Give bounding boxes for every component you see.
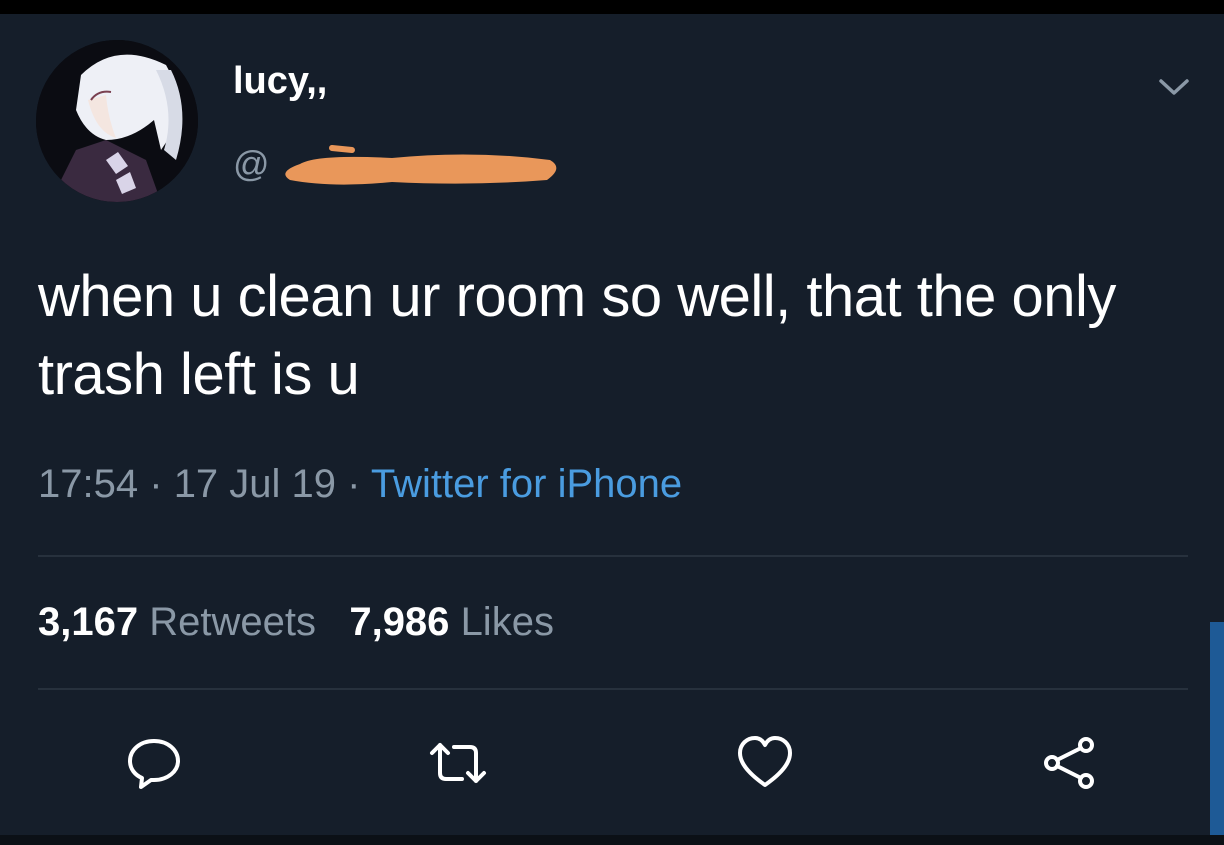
avatar-image: [36, 40, 198, 202]
user-handle[interactable]: @: [233, 140, 562, 188]
retweets-label: Retweets: [149, 600, 316, 644]
tweet-text: when u clean ur room so well, that the o…: [38, 264, 1116, 407]
share-icon[interactable]: [1040, 733, 1100, 793]
retweets-count: 3,167: [38, 600, 139, 644]
meta-separator: ·: [347, 462, 361, 506]
handle-redaction: [284, 145, 556, 185]
divider: [38, 688, 1188, 690]
reply-icon[interactable]: [124, 733, 184, 793]
tweet-stats: 3,167 Retweets 7,986 Likes: [38, 600, 554, 645]
tweet-source-link[interactable]: Twitter for iPhone: [371, 462, 682, 506]
tweet-time: 17:54: [38, 462, 139, 506]
heart-icon[interactable]: [735, 733, 795, 793]
tweet-meta: 17:54 · 17 Jul 19 · Twitter for iPhone: [38, 462, 682, 507]
bottom-letterbox: [0, 835, 1224, 845]
display-name[interactable]: lucy,,: [233, 60, 327, 103]
chevron-down-icon[interactable]: [1157, 76, 1191, 98]
likes-label: Likes: [460, 600, 554, 644]
retweet-icon[interactable]: [428, 733, 488, 793]
retweets-stat[interactable]: 3,167 Retweets: [38, 600, 316, 644]
top-letterbox: [0, 0, 1224, 14]
likes-stat[interactable]: 7,986 Likes: [349, 600, 554, 644]
handle-at-sign: @: [233, 143, 270, 184]
tweet-date: 17 Jul 19: [173, 462, 337, 506]
avatar[interactable]: [36, 40, 198, 202]
scroll-indicator: [1210, 622, 1224, 845]
likes-count: 7,986: [349, 600, 450, 644]
meta-separator: ·: [149, 462, 163, 506]
divider: [38, 555, 1188, 557]
